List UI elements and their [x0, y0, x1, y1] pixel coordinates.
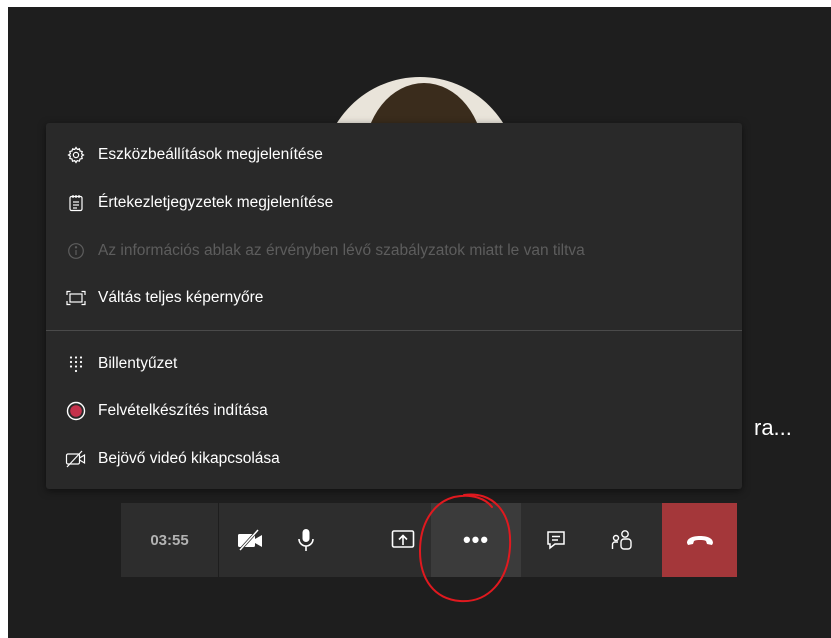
menu-item-meeting-notes[interactable]: Értekezletjegyzetek megjelenítése	[46, 183, 742, 223]
menu-item-label: Bejövő videó kikapcsolása	[98, 450, 280, 467]
gear-icon	[65, 144, 87, 166]
menu-item-device-settings[interactable]: Eszközbeállítások megjelenítése	[46, 135, 742, 175]
dialpad-icon	[65, 353, 87, 375]
menu-item-label: Értekezletjegyzetek megjelenítése	[98, 194, 334, 211]
participants-button[interactable]	[594, 503, 650, 577]
call-timer: 03:55	[150, 531, 189, 549]
more-options-menu: Eszközbeállítások megjelenítése Értekezl…	[46, 123, 742, 489]
hang-up-icon	[685, 533, 715, 547]
call-toolbar: 03:55 •••	[121, 503, 737, 577]
menu-item-label: Váltás teljes képernyőre	[98, 289, 264, 306]
menu-divider	[46, 330, 742, 331]
microphone-icon	[297, 528, 315, 552]
hang-up-button[interactable]	[662, 503, 737, 577]
meeting-stage: ra... Eszközbeállítások megjelenítése Ér…	[8, 7, 831, 638]
menu-item-info-pane-disabled: Az információs ablak az érvényben lévő s…	[46, 231, 742, 271]
record-icon	[65, 400, 87, 422]
menu-item-fullscreen[interactable]: Váltás teljes képernyőre	[46, 278, 742, 318]
fullscreen-icon	[65, 287, 87, 309]
camera-toggle-button[interactable]	[222, 503, 278, 577]
microphone-button[interactable]	[278, 503, 334, 577]
participant-name: ra...	[754, 415, 792, 440]
participants-icon	[611, 529, 633, 551]
chat-button[interactable]	[528, 503, 584, 577]
video-off-icon	[237, 529, 263, 551]
chat-icon	[546, 530, 566, 550]
share-screen-icon	[391, 529, 415, 551]
menu-item-label: Felvételkészítés indítása	[98, 402, 268, 419]
toolbar-divider	[218, 503, 219, 577]
menu-item-label: Eszközbeállítások megjelenítése	[98, 146, 323, 163]
menu-item-start-recording[interactable]: Felvételkészítés indítása	[46, 391, 742, 431]
notes-icon	[65, 192, 87, 214]
info-icon	[65, 240, 87, 262]
menu-item-dial-pad[interactable]: Billentyűzet	[46, 344, 742, 384]
menu-item-label: Az információs ablak az érvényben lévő s…	[98, 242, 585, 259]
more-options-icon: •••	[462, 527, 490, 552]
more-options-button[interactable]: •••	[431, 503, 521, 577]
share-screen-button[interactable]	[375, 503, 431, 577]
video-off-icon	[65, 448, 87, 470]
menu-item-label: Billentyűzet	[98, 355, 178, 372]
menu-item-turn-off-incoming-video[interactable]: Bejövő videó kikapcsolása	[46, 439, 742, 479]
